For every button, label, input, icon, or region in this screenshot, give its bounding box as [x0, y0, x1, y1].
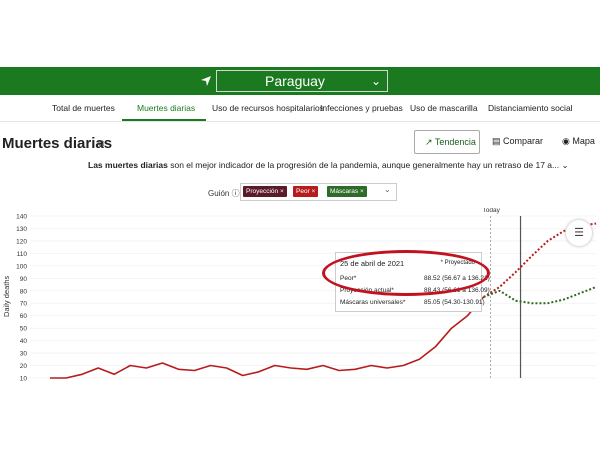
- y-axis-label: Daily deaths: [2, 275, 11, 317]
- y-tick-label: 90: [20, 276, 28, 283]
- external-link-icon[interactable]: ⧉: [98, 138, 104, 149]
- y-tick-label: 40: [20, 338, 28, 345]
- trend-button[interactable]: ↗ Tendencia: [414, 130, 480, 154]
- chevron-down-icon[interactable]: ⌄: [384, 185, 391, 194]
- y-tick-label: 130: [16, 226, 27, 233]
- chip-proyeccion[interactable]: Proyección ×: [243, 186, 287, 197]
- y-tick-label: 60: [20, 313, 28, 320]
- chip-peor[interactable]: Peor ×: [293, 186, 319, 197]
- active-tab-indicator: [122, 119, 206, 121]
- subtitle-rest: son el mejor indicador de la progresión …: [167, 160, 560, 170]
- guide-label: Guión ⓘ: [208, 188, 240, 199]
- compare-icon: ▤: [492, 136, 504, 146]
- map-label: Mapa: [572, 136, 595, 146]
- location-arrow-icon[interactable]: [200, 75, 212, 87]
- tooltip-row-value: 85.05 (54.30-130.91): [424, 299, 485, 306]
- subtitle-bold: Las muertes diarias: [88, 160, 168, 170]
- y-tick-label: 70: [20, 301, 28, 308]
- series-line: [483, 286, 597, 305]
- y-tick-label: 50: [20, 326, 28, 333]
- page-title: Muertes diarias: [2, 135, 113, 152]
- y-tick-label: 30: [20, 351, 28, 358]
- tab-bar: Total de muertes Muertes diarias Uso de …: [0, 95, 600, 122]
- country-select[interactable]: Paraguay ⌄: [216, 70, 388, 92]
- y-tick-label: 140: [16, 214, 27, 221]
- tab-infecciones[interactable]: Infecciones y pruebas: [320, 103, 403, 113]
- y-tick-label: 100: [16, 263, 27, 270]
- chip-mascaras[interactable]: Máscaras ×: [327, 186, 367, 197]
- country-label: Paraguay: [265, 73, 325, 89]
- page-subtitle: Las muertes diarias son el mejor indicad…: [88, 160, 569, 171]
- compare-label: Comparar: [503, 136, 544, 146]
- highlight-ellipse: [322, 250, 490, 296]
- tab-total-muertes[interactable]: Total de muertes: [52, 103, 115, 113]
- y-tick-label: 20: [20, 363, 28, 370]
- y-tick-label: 110: [17, 251, 28, 258]
- tab-distanciamiento[interactable]: Distanciamiento social: [488, 103, 573, 113]
- y-tick-label: 10: [20, 376, 28, 383]
- info-icon[interactable]: ⓘ: [232, 189, 240, 198]
- tab-mascarilla[interactable]: Uso de mascarilla: [410, 103, 478, 113]
- chart-menu-icon[interactable]: ☰: [566, 220, 592, 246]
- y-tick-label: 80: [20, 288, 28, 295]
- chevron-down-icon: ⌄: [370, 74, 381, 88]
- guide-text: Guión: [208, 189, 230, 198]
- compare-button[interactable]: ▤ Comparar: [490, 130, 550, 154]
- today-label: Today: [483, 208, 501, 214]
- trend-icon: ↗: [425, 137, 435, 147]
- series-selector[interactable]: Proyección × Peor × Máscaras × ⌄: [240, 183, 397, 201]
- chevron-down-icon[interactable]: ⌄: [562, 160, 569, 170]
- tooltip-row-label: Máscaras universales*: [340, 299, 406, 306]
- tab-recursos-hospitalarios[interactable]: Uso de recursos hospitalarios: [212, 103, 324, 113]
- map-button[interactable]: ◉ Mapa: [562, 130, 600, 154]
- y-tick-label: 120: [16, 238, 27, 245]
- tab-muertes-diarias[interactable]: Muertes diarias: [137, 103, 195, 113]
- trend-label: Tendencia: [434, 137, 476, 147]
- daily-deaths-chart[interactable]: 10 20 30 40 50 60 70 80 90 100 110 120 130 140 Daily d…: [0, 208, 600, 383]
- globe-icon: ◉: [562, 136, 573, 146]
